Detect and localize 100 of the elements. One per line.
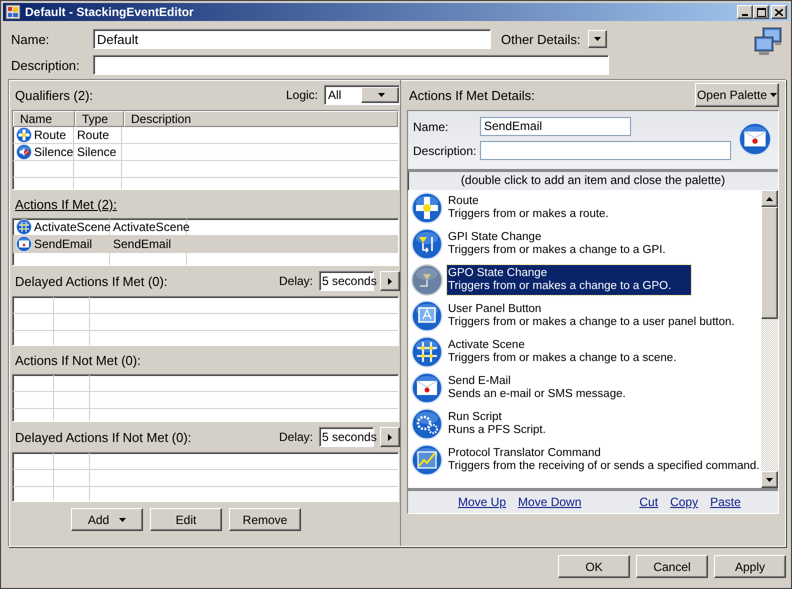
column-header[interactable]: Type bbox=[75, 111, 124, 127]
column-header[interactable]: Name bbox=[13, 111, 75, 127]
scrollbar[interactable] bbox=[761, 190, 778, 488]
name-label: Name: bbox=[11, 32, 50, 46]
table-cell: ActivateScene bbox=[34, 220, 111, 234]
maximize-icon bbox=[756, 8, 766, 16]
delay-label: Delay: bbox=[278, 274, 313, 288]
item-description: Triggers from or makes a change to a scene. bbox=[448, 352, 676, 365]
table-cell: Silence bbox=[77, 145, 116, 159]
section-title: Actions If Met (2): bbox=[15, 196, 118, 212]
dialog-button[interactable]: OK bbox=[558, 555, 630, 578]
details-title: Actions If Met Details: bbox=[409, 88, 535, 102]
logic-dropdown[interactable]: All bbox=[324, 85, 400, 105]
caret-up-icon bbox=[766, 196, 773, 200]
palette-item[interactable]: Activate Scene Triggers from or makes a change to a scene. bbox=[411, 336, 761, 372]
section-title: Qualifiers (2): bbox=[15, 88, 94, 102]
dropdown-button[interactable] bbox=[588, 30, 608, 48]
table-row[interactable]: Silence Silence bbox=[13, 144, 398, 161]
item-description: Runs a PFS Script. bbox=[448, 424, 546, 437]
cross-icon bbox=[16, 127, 32, 143]
maximize-button[interactable] bbox=[753, 5, 769, 19]
palette-item[interactable]: Run Script Runs a PFS Script. bbox=[411, 408, 761, 444]
table-cell: SendEmail bbox=[113, 237, 172, 251]
table-cell: SendEmail bbox=[34, 237, 92, 251]
caret-right-icon bbox=[388, 434, 392, 440]
description-field[interactable] bbox=[480, 141, 731, 160]
item-title: GPO State Change bbox=[448, 267, 548, 280]
envelope-icon bbox=[411, 372, 443, 404]
section-title: Delayed Actions If Not Met (0): bbox=[15, 430, 192, 444]
link[interactable]: Copy bbox=[670, 495, 698, 509]
dialog-button[interactable]: Apply bbox=[714, 555, 786, 578]
section-title: Actions If Not Met (0): bbox=[15, 352, 142, 368]
link[interactable]: Paste bbox=[710, 495, 741, 509]
action-button[interactable]: Remove bbox=[229, 508, 301, 531]
delay-label: Delay: bbox=[278, 430, 313, 444]
table-cell: Silence bbox=[34, 145, 74, 159]
name-field[interactable]: SendEmail bbox=[480, 117, 631, 136]
palette-item[interactable]: User Panel Button Triggers from or makes a change to a user panel button. bbox=[411, 300, 761, 336]
palette-hint: (double click to add an item and close the palette) bbox=[460, 172, 726, 189]
item-title: Protocol Translator Command bbox=[448, 447, 602, 460]
connector-icon bbox=[411, 264, 443, 296]
item-description: Triggers from or makes a route. bbox=[448, 208, 609, 221]
minimize-button[interactable] bbox=[737, 5, 753, 19]
table-cell: ActivateScene bbox=[113, 220, 190, 234]
link[interactable]: Move Up bbox=[458, 495, 506, 509]
palette-item[interactable]: Send E-Mail Sends an e-mail or SMS message. bbox=[411, 372, 761, 408]
caret-down-icon bbox=[378, 93, 385, 97]
item-title: Run Script bbox=[448, 411, 503, 424]
arrow-button[interactable] bbox=[380, 427, 400, 447]
palette-item[interactable]: GPI State Change Triggers from or makes a change to a GPI. bbox=[411, 228, 761, 264]
logic-label: Logic: bbox=[286, 88, 318, 102]
section-title: Delayed Actions If Met (0): bbox=[15, 274, 168, 288]
item-description: Triggers from or makes a change to a user panel button. bbox=[448, 316, 735, 329]
table-row[interactable]: Route Route bbox=[13, 127, 398, 144]
close-icon bbox=[775, 8, 783, 16]
item-description: Triggers from or makes a change to a GPI. bbox=[448, 244, 666, 257]
description-label: Description: bbox=[413, 144, 478, 158]
grid-icon bbox=[411, 336, 443, 368]
open-palette-button[interactable]: Open Palette bbox=[695, 83, 779, 107]
dialog-button[interactable]: Cancel bbox=[636, 555, 708, 578]
description-field[interactable] bbox=[93, 55, 609, 75]
other-details-label: Other Details: bbox=[501, 32, 580, 46]
connector-icon bbox=[411, 228, 443, 260]
item-title: GPI State Change bbox=[448, 231, 542, 244]
caret-down-icon bbox=[594, 37, 602, 41]
item-title: Route bbox=[448, 195, 480, 208]
dropdown-button[interactable]: Add bbox=[71, 508, 143, 531]
table-cell: Route bbox=[34, 128, 66, 142]
caret-down-icon bbox=[770, 93, 778, 97]
description-label: Description: bbox=[11, 58, 81, 72]
scroll-thumb[interactable] bbox=[761, 207, 778, 319]
item-title: User Panel Button bbox=[448, 303, 542, 316]
scroll-down-button[interactable] bbox=[761, 471, 778, 488]
link[interactable]: Move Down bbox=[518, 495, 582, 509]
delay-field[interactable]: 5 seconds bbox=[319, 271, 374, 291]
item-description: Triggers from or makes a change to a GPO. bbox=[448, 280, 672, 293]
app-icon bbox=[5, 4, 21, 20]
column-header[interactable]: Description bbox=[124, 111, 398, 127]
scroll-up-button[interactable] bbox=[761, 190, 778, 207]
envelope-icon bbox=[738, 122, 772, 156]
item-title: Send E-Mail bbox=[448, 375, 512, 388]
table-row[interactable]: SendEmail SendEmail bbox=[13, 236, 398, 253]
link[interactable]: Cut bbox=[639, 495, 658, 509]
arrow-button[interactable] bbox=[380, 271, 400, 291]
mute-icon bbox=[16, 144, 32, 160]
palette-item[interactable]: Route Triggers from or makes a route. bbox=[411, 192, 761, 228]
item-description: Triggers from the receiving of or sends a specified command. bbox=[448, 460, 760, 473]
window-title: Default - StackingEventEditor bbox=[25, 5, 195, 19]
chart-icon bbox=[411, 444, 443, 476]
action-button[interactable]: Edit bbox=[150, 508, 222, 531]
caret-right-icon bbox=[388, 278, 392, 284]
delay-field[interactable]: 5 seconds bbox=[319, 427, 374, 447]
palette-item[interactable]: Protocol Translator Command Triggers from the receiving of or sends a specified command. bbox=[411, 444, 761, 480]
gear-icon bbox=[411, 408, 443, 440]
close-button[interactable] bbox=[771, 5, 787, 19]
name-label: Name: bbox=[413, 120, 450, 134]
envelope-icon bbox=[16, 236, 32, 252]
name-field[interactable]: Default bbox=[93, 29, 491, 49]
caret-down-icon bbox=[766, 478, 773, 482]
item-title: Activate Scene bbox=[448, 339, 526, 352]
